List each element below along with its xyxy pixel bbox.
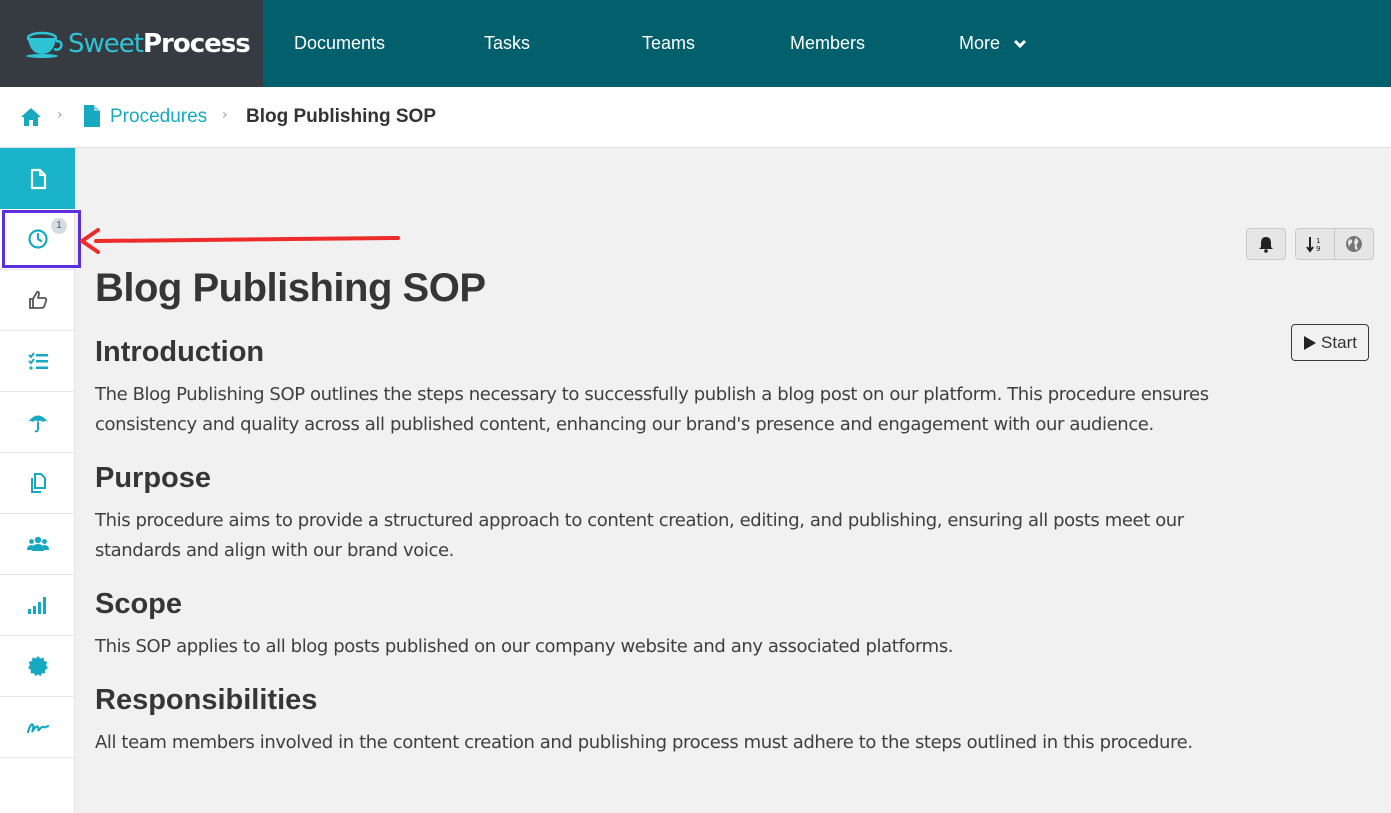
nav-members[interactable]: Members — [790, 0, 865, 87]
page-title: Blog Publishing SOP — [95, 266, 486, 310]
umbrella-icon — [27, 415, 48, 433]
sidebar-item-policies[interactable] — [0, 392, 75, 453]
nav-documents[interactable]: Documents — [294, 0, 385, 87]
start-button-label: Start — [1321, 332, 1357, 352]
users-icon — [26, 536, 49, 551]
badge-icon — [27, 656, 48, 677]
highlight-box — [2, 210, 81, 268]
copy-icon — [30, 473, 46, 493]
section-heading-responsibilities: Responsibilities — [95, 684, 318, 716]
globe-icon — [1345, 236, 1362, 252]
home-icon[interactable] — [20, 107, 42, 127]
signature-icon — [26, 723, 49, 734]
breadcrumb-separator: › — [222, 107, 228, 123]
breadcrumb-current: Blog Publishing SOP — [246, 106, 436, 127]
section-body-purpose: This procedure aims to provide a structu… — [95, 510, 1184, 561]
svg-text:9: 9 — [1316, 245, 1320, 253]
start-button[interactable]: Start — [1291, 324, 1369, 361]
nav-more-label: More — [959, 33, 1001, 53]
svg-text:1: 1 — [1316, 237, 1320, 245]
section-heading-purpose: Purpose — [95, 462, 212, 494]
logo[interactable]: SweetProcess — [0, 0, 263, 87]
section-body-responsibilities: All team members involved in the content… — [95, 732, 1193, 753]
sidebar-item-checklist[interactable] — [0, 331, 75, 392]
sort-button[interactable]: 19 — [1296, 229, 1335, 259]
bell-icon — [1259, 236, 1273, 253]
breadcrumb-separator: › — [57, 107, 63, 123]
sidebar-item-reports[interactable] — [0, 575, 75, 636]
notifications-button[interactable] — [1246, 228, 1286, 260]
sidebar-item-teams[interactable] — [0, 514, 75, 575]
sort-numeric-icon: 19 — [1305, 237, 1320, 253]
sidebar-item-certificates[interactable] — [0, 636, 75, 697]
sidebar-item-document[interactable] — [0, 148, 75, 209]
language-button[interactable] — [1335, 229, 1374, 259]
nav-more[interactable]: More — [959, 0, 1027, 87]
nav-tasks[interactable]: Tasks — [484, 0, 530, 87]
checklist-icon — [27, 352, 48, 370]
sidebar-item-approvals[interactable] — [0, 270, 75, 331]
annotation-arrow — [80, 228, 400, 254]
breadcrumb: › Procedures › Blog Publishing SOP — [0, 87, 1391, 148]
sidebar-item-signoffs[interactable] — [0, 697, 75, 758]
sidebar-item-copies[interactable] — [0, 453, 75, 514]
cup-icon — [26, 31, 63, 58]
logo-text: SweetProcess — [68, 28, 251, 59]
nav-teams[interactable]: Teams — [642, 0, 695, 87]
section-body-scope: This SOP applies to all blog posts publi… — [95, 636, 954, 657]
signal-bars-icon — [27, 597, 46, 614]
thumbs-up-icon — [28, 290, 47, 309]
top-navigation-bar: SweetProcess Documents Tasks Teams Membe… — [0, 0, 1391, 87]
section-body-introduction: The Blog Publishing SOP outlines the ste… — [95, 384, 1209, 435]
chevron-down-icon — [1013, 40, 1027, 49]
document-icon — [84, 105, 100, 127]
history-count-badge: 1 — [51, 218, 67, 234]
section-heading-scope: Scope — [95, 588, 183, 620]
play-icon — [1304, 335, 1317, 350]
document-icon — [30, 168, 46, 189]
section-heading-introduction: Introduction — [95, 336, 265, 368]
breadcrumb-procedures-link[interactable]: Procedures — [110, 106, 207, 128]
toolbar-button-group: 19 — [1295, 228, 1374, 260]
